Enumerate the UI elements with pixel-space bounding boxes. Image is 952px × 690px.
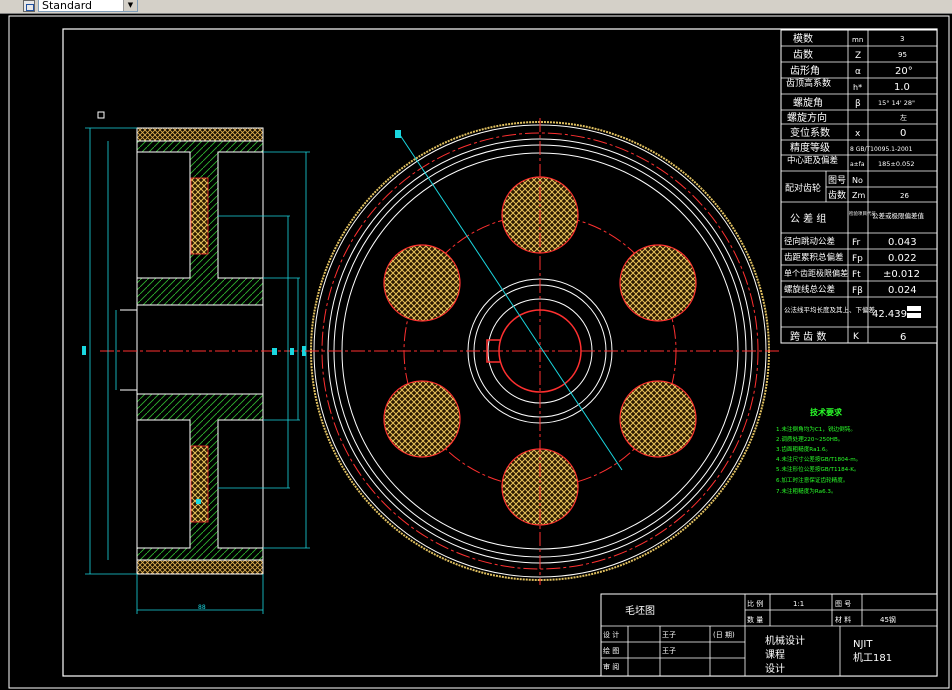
tech-req-item: 6.加工时注意保证齿轮精度。 [776,476,848,484]
quantity-label: 数 量 [747,615,763,624]
role-label: 审 阅 [603,662,619,671]
tech-req-item: 2.调质处理220~250HB。 [776,435,843,443]
param-symbol: x [855,129,861,139]
text-style-value: Standard [42,0,93,12]
deviation-box [907,306,921,311]
param-value: 20° [895,66,913,77]
tolerance-value: ±0.012 [883,269,920,280]
tolerance-group-label: 公 差 组 [790,212,826,225]
tolerance-value-header: 公差或极限偏差值 [872,211,925,220]
role-label: 设 计 [603,630,619,639]
material-value: 45钢 [880,615,896,624]
tech-req-item: 1.未注倒角均为C1，锐边倒钝。 [776,425,856,433]
param-label: 中心距及偏差 [787,155,838,166]
tolerance-symbol: Ft [852,270,861,280]
param-label: 螺旋方向 [787,111,827,124]
param-value: 0 [900,128,906,139]
school-name: NJIT [853,639,873,650]
drawing-name: 毛坯图 [625,605,655,617]
text-style-select[interactable]: Standard ▼ [38,0,138,12]
tolerance-value: 0.043 [888,237,917,248]
tolerance-label: 齿距累积总偏差 [784,252,844,263]
chevron-down-icon[interactable]: ▼ [123,0,137,11]
tech-req-item: 4.未注尺寸公差按GB/T1804-m。 [776,455,861,463]
param-value: 左 [900,113,907,122]
param-value: 95 [898,51,907,59]
person-name: 王子 [662,647,676,655]
gear-front-view [305,118,780,585]
width-dimension-label: 88 [198,604,206,611]
param-symbol: β [855,99,861,109]
mating-gear-label: 配对齿轮 [785,182,821,194]
class-name: 机工181 [853,651,892,664]
tolerance-value: 0.022 [888,253,917,264]
toolbar: Standard ▼ [0,0,952,14]
span-length-value: 42.439 [872,309,907,320]
param-value: 1.0 [894,82,910,93]
param-value: 185±0.052 [878,160,914,168]
mating-row-symbol: Zm [852,191,865,200]
date-label: (日 期) [713,631,735,639]
tech-req-item: 7.未注粗糙度为Ra6.3。 [776,487,837,495]
param-label: 变位系数 [790,126,830,139]
param-value: 8 GB/T10095.1-2001 [850,146,913,153]
tech-req-title: 技术要求 [810,407,843,417]
mating-row-value: 26 [900,192,909,200]
mating-row-label: 图号 [828,175,846,186]
tech-req-item: 3.齿面粗糙度Ra1.6。 [776,445,831,453]
param-label: 齿顶高系数 [786,77,831,89]
span-length-label: 公法线平均长度及其上、下偏差 [784,305,876,314]
param-label: 齿数 [793,48,813,61]
span-teeth-value: 6 [900,332,906,343]
drawing-no-label: 图 号 [835,600,851,608]
tolerance-label: 单个齿距极限偏差 [784,268,848,278]
param-symbol: α [855,67,861,77]
param-symbol: mn [852,36,863,44]
param-symbol: a±fa [850,161,865,168]
mating-row-symbol: No [852,176,863,185]
material-label: 材 料 [835,615,851,624]
tech-req-item: 5.未注形位公差按GB/T1184-K。 [776,465,859,473]
span-teeth-label: 跨 齿 数 [790,330,826,343]
deviation-box [907,313,921,318]
param-symbol: Z [855,51,861,61]
tolerance-symbol: Fp [852,254,863,264]
param-label: 模数 [793,32,813,45]
person-name: 王子 [662,631,676,639]
mating-row-label: 齿数 [828,189,846,201]
cad-drawing-canvas[interactable]: 88 技术要求 1.未注倒角均为C1，锐边倒钝。 2.调质处理220~250HB… [0,14,952,690]
param-value: 3 [900,35,904,43]
tolerance-label: 螺旋线总公差 [784,284,835,295]
scale-label: 比 例 [747,599,763,608]
param-label: 齿形角 [790,65,820,77]
role-label: 绘 图 [603,646,619,655]
gear-section-view: 88 [82,111,310,614]
title-block: 毛坯图 比 例 1:1 图 号 数 量 材 料 45钢 设 计 王子 (日 期)… [600,593,938,677]
gear-parameter-table: 模数 mn 3 齿数 Z 95 齿形角 α 20° 齿顶高系数 h* 1.0 螺… [780,29,938,344]
param-symbol: h* [853,83,862,92]
tolerance-symbol: Fr [852,238,861,248]
tolerance-symbol: Fβ [852,286,863,296]
param-label: 精度等级 [790,141,830,154]
param-value: 15° 14' 28" [878,99,915,107]
tolerance-value: 0.024 [888,285,917,296]
text-style-icon[interactable] [23,0,35,12]
param-label: 螺旋角 [793,96,823,109]
tolerance-label: 径向跳动公差 [784,236,835,247]
scale-value: 1:1 [793,600,804,608]
technical-requirements: 技术要求 1.未注倒角均为C1，锐边倒钝。 2.调质处理220~250HB。 3… [776,407,861,495]
